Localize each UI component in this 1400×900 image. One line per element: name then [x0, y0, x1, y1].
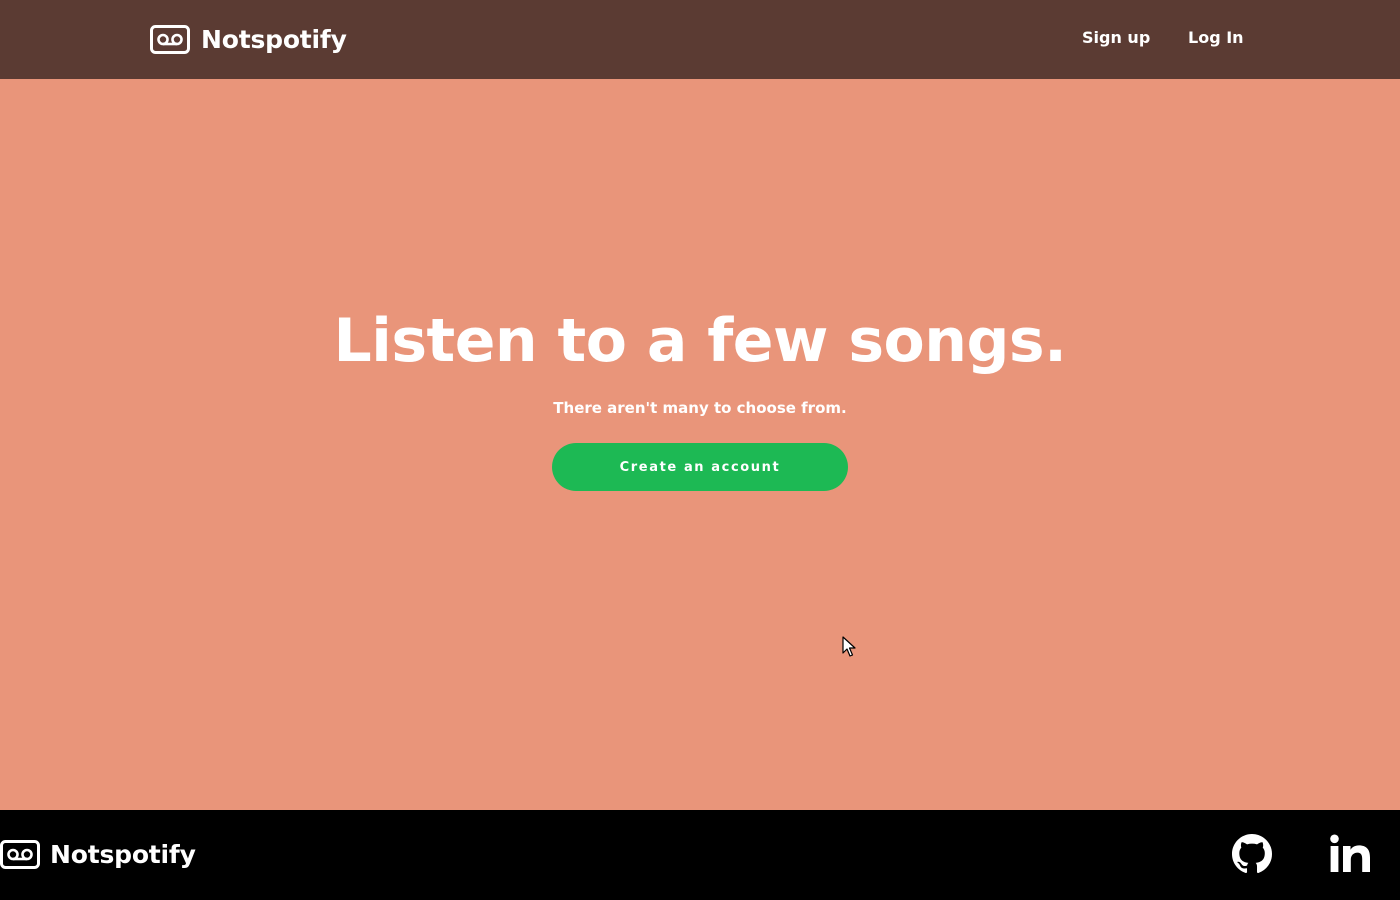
header-brand-link[interactable]: Notspotify [150, 22, 347, 56]
footer-brand-name: Notspotify [50, 839, 196, 869]
github-icon[interactable] [1232, 834, 1272, 874]
hero-title: Listen to a few songs. [333, 306, 1067, 376]
create-account-button[interactable]: Create an account [552, 443, 848, 491]
header-brand-name: Notspotify [201, 24, 347, 54]
footer-brand-link[interactable]: Notspotify [0, 837, 196, 871]
footer: Notspotify [0, 810, 1400, 900]
hero-subtitle: There aren't many to choose from. [553, 399, 847, 417]
signup-link[interactable]: Sign up [1082, 28, 1150, 47]
linkedin-icon[interactable] [1330, 834, 1372, 874]
voicemail-icon [150, 24, 190, 54]
mouse-cursor-icon [842, 636, 856, 657]
login-link[interactable]: Log In [1188, 28, 1244, 47]
voicemail-icon [0, 839, 40, 869]
top-nav-bar: Notspotify Sign up Log In [0, 0, 1400, 79]
